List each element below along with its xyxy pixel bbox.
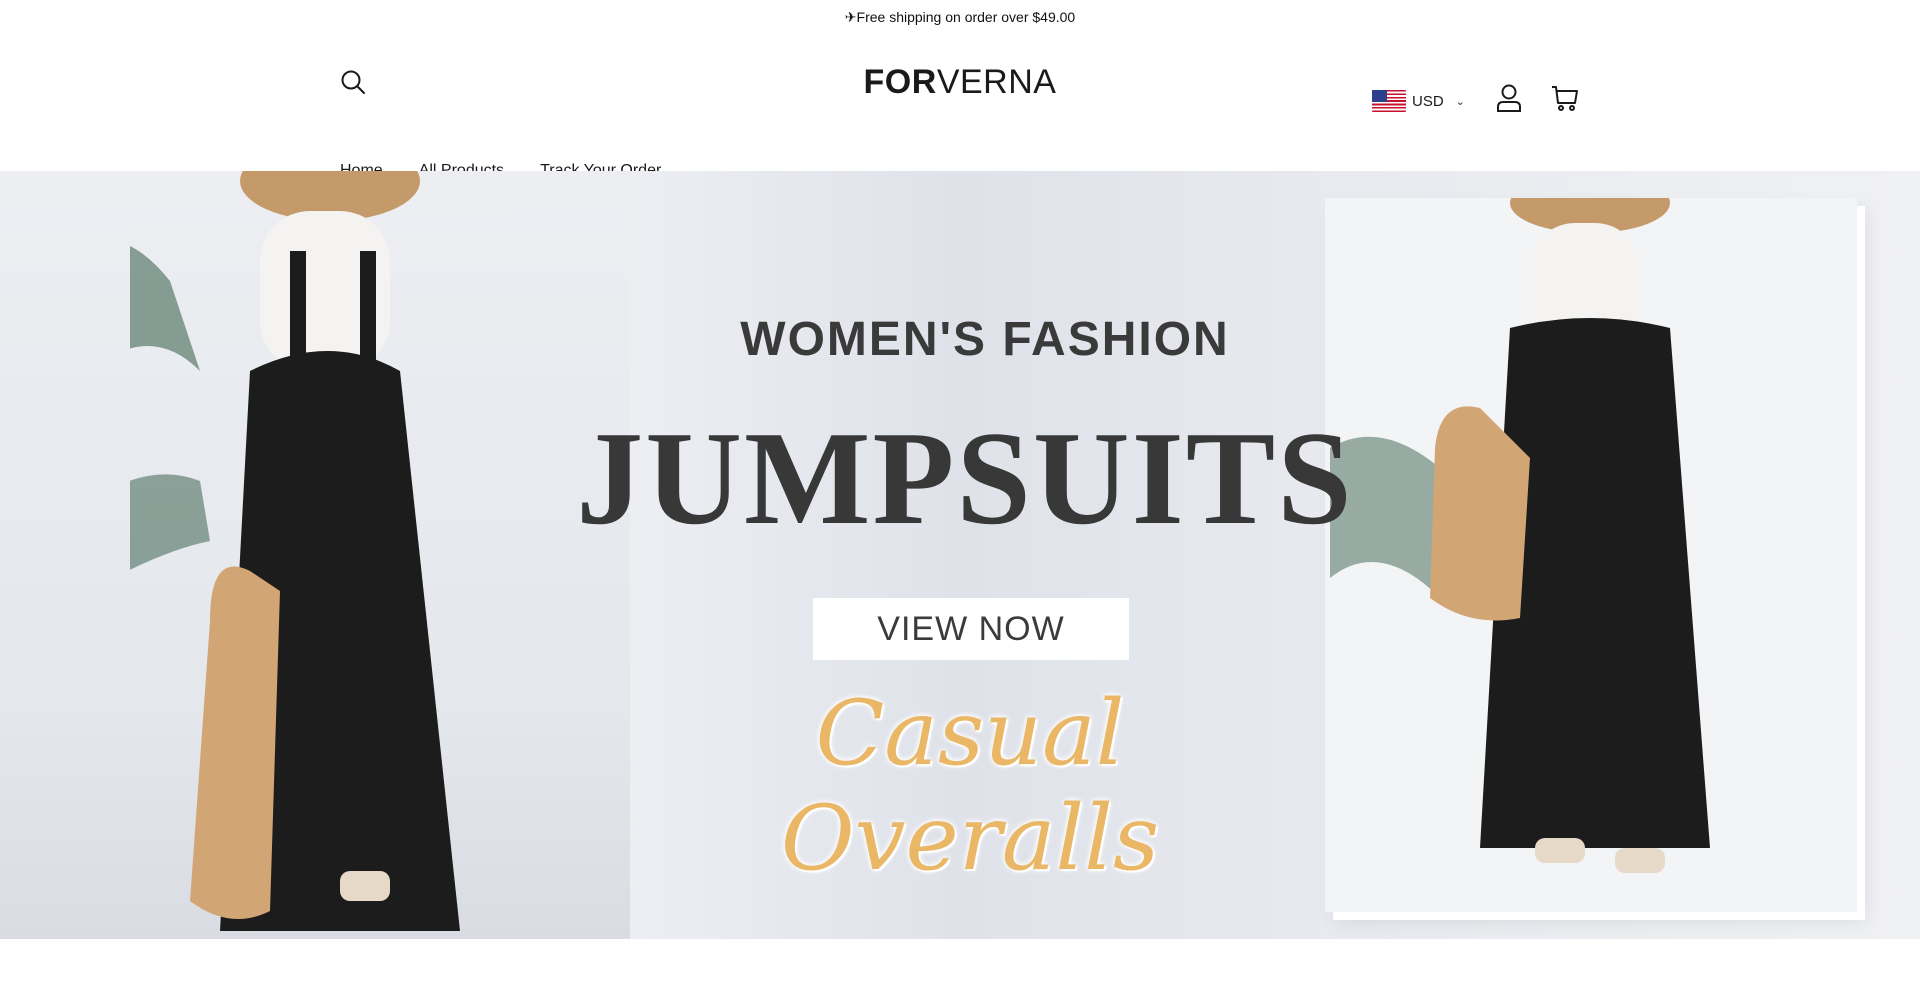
- cart-icon: [1552, 86, 1578, 111]
- site-logo[interactable]: FORVERNA: [0, 62, 1920, 103]
- hero-subtitle: WOMEN'S FASHION: [740, 313, 1230, 366]
- currency-label: USD: [1412, 92, 1444, 110]
- right-model-figure: [1330, 198, 1710, 873]
- hero-title: JUMPSUITS: [576, 404, 1354, 552]
- announcement-text: ✈Free shipping on order over $49.00: [844, 8, 1076, 25]
- left-model-figure: [130, 171, 460, 931]
- us-flag-icon: [1372, 90, 1406, 112]
- announcement-bar: ✈Free shipping on order over $49.00: [0, 0, 1920, 34]
- user-icon: [1497, 84, 1521, 112]
- view-now-button[interactable]: VIEW NOW: [813, 598, 1129, 660]
- logo-light-text: VERNA: [936, 63, 1057, 101]
- currency-selector[interactable]: USD ⌄: [1372, 90, 1465, 112]
- cart-button[interactable]: [1549, 82, 1581, 114]
- logo-bold-text: FOR: [863, 63, 937, 101]
- hero-banner[interactable]: WOMEN'S FASHION JUMPSUITS VIEW NOW Casua…: [0, 171, 1920, 939]
- hero-script-text: Casual Overalls: [780, 681, 1160, 891]
- site-header: FORVERNA USD ⌄ Home All Products Track Y…: [0, 34, 1920, 179]
- chevron-down-icon: ⌄: [1455, 95, 1465, 108]
- account-button[interactable]: [1493, 82, 1525, 114]
